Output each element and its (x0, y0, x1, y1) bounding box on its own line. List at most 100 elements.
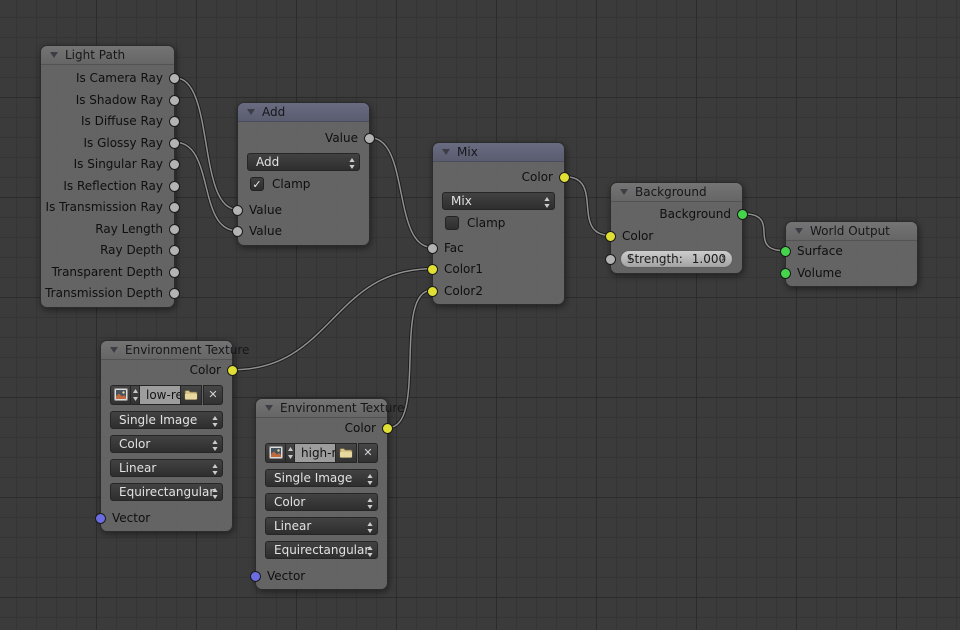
dropdown-menu[interactable]: Add (247, 153, 360, 171)
dropdown-menu[interactable]: Linear (265, 517, 378, 535)
open-image-button[interactable] (335, 443, 357, 463)
unlink-image-button[interactable]: ✕ (203, 385, 223, 405)
node-light-path[interactable]: Light PathIs Camera RayIs Shadow RayIs D… (40, 45, 175, 308)
socket-value-input[interactable] (232, 226, 243, 237)
socket-value-output[interactable] (169, 138, 180, 149)
output-row: Is Camera Ray (41, 68, 174, 90)
image-stepper[interactable] (130, 385, 140, 405)
socket-value-output[interactable] (169, 73, 180, 84)
input-label: Fac (444, 241, 464, 255)
image-stepper[interactable] (285, 443, 295, 463)
collapse-triangle-icon[interactable] (620, 189, 628, 195)
checkbox-label: Clamp (272, 174, 310, 195)
output-label: Is Camera Ray (76, 71, 163, 85)
slider-arrow-right-icon[interactable]: › (721, 251, 726, 267)
output-row: Ray Length (41, 219, 174, 241)
open-image-button[interactable] (180, 385, 202, 405)
node-title: Environment Texture (125, 343, 249, 357)
output-label: Color (345, 421, 376, 435)
dropdown-menu[interactable]: Equirectangular (265, 541, 378, 559)
dropdown-value: Color (274, 490, 305, 514)
socket-shader-input[interactable] (780, 246, 791, 257)
dropdown-menu[interactable]: Color (110, 435, 223, 453)
output-label: Color (522, 170, 553, 184)
socket-value-output[interactable] (169, 95, 180, 106)
input-label: Color2 (444, 284, 483, 298)
node-header[interactable]: Light Path (41, 46, 174, 65)
node-editor-canvas[interactable]: Light PathIs Camera RayIs Shadow RayIs D… (0, 0, 960, 630)
socket-value-output[interactable] (169, 159, 180, 170)
socket-value-output[interactable] (169, 245, 180, 256)
output-label: Background (659, 207, 731, 221)
input-label: Volume (797, 266, 842, 280)
socket-value-output[interactable] (169, 116, 180, 127)
checkbox[interactable] (445, 216, 459, 230)
dropdown-row: Equirectangular (256, 538, 387, 562)
input-label: Color (622, 229, 653, 243)
image-browser: high-res ✕ (265, 443, 378, 463)
socket-color-input[interactable] (427, 286, 438, 297)
dropdown-value: Color (119, 432, 150, 456)
node-mix[interactable]: MixColorMixClampFacColor1Color2 (432, 142, 565, 305)
socket-shader-output[interactable] (737, 209, 748, 220)
output-row: Color (256, 418, 387, 440)
socket-value-output[interactable] (169, 202, 180, 213)
node-add[interactable]: AddValueAdd✓ClampValueValue (237, 102, 370, 246)
checkmark-icon: ✓ (252, 179, 261, 190)
collapse-triangle-icon[interactable] (265, 405, 273, 411)
node-header[interactable]: Add (238, 103, 369, 122)
node-header[interactable]: Environment Texture (256, 399, 387, 418)
collapse-triangle-icon[interactable] (50, 52, 58, 58)
output-label: Transmission Depth (45, 286, 163, 300)
dropdown-menu[interactable]: Single Image (110, 411, 223, 429)
dropdown-value: Linear (274, 514, 311, 538)
node-background[interactable]: Background Background Color ‹Strength:1.000… (610, 182, 743, 274)
node-environment-texture-2[interactable]: Environment Texture Color high-res ✕ Single … (255, 398, 388, 590)
socket-value-input[interactable] (232, 205, 243, 216)
socket-value-output[interactable] (169, 224, 180, 235)
socket-color-output[interactable] (227, 365, 238, 376)
socket-color-output[interactable] (382, 423, 393, 434)
dropdown-row: Linear (101, 456, 232, 480)
node-world-output[interactable]: World OutputSurfaceVolume (785, 221, 918, 287)
collapse-triangle-icon[interactable] (247, 109, 255, 115)
socket-value-output[interactable] (169, 267, 180, 278)
image-name-field[interactable]: high-res (295, 443, 335, 463)
strength-slider[interactable]: ‹Strength:1.000› (620, 250, 733, 268)
socket-value-output[interactable] (169, 288, 180, 299)
socket-color-input[interactable] (605, 231, 616, 242)
collapse-triangle-icon[interactable] (110, 347, 118, 353)
dropdown-menu[interactable]: Linear (110, 459, 223, 477)
image-preview-button[interactable] (110, 385, 130, 405)
socket-shader-input[interactable] (780, 268, 791, 279)
slider-arrow-left-icon[interactable]: ‹ (627, 251, 632, 267)
socket-vector-input[interactable] (95, 513, 106, 524)
socket-value-input[interactable] (605, 254, 616, 265)
socket-value-output[interactable] (364, 133, 375, 144)
node-header[interactable]: Environment Texture (101, 341, 232, 360)
dropdown-menu[interactable]: Single Image (265, 469, 378, 487)
node-environment-texture-1[interactable]: Environment Texture Color low-res ✕ Single I… (100, 340, 233, 532)
socket-value-output[interactable] (169, 181, 180, 192)
node-header[interactable]: World Output (786, 222, 917, 241)
image-preview-button[interactable] (265, 443, 285, 463)
socket-value-input[interactable] (427, 243, 438, 254)
checkbox[interactable]: ✓ (250, 177, 264, 191)
output-label: Is Glossy Ray (83, 136, 163, 150)
dropdown-row: Color (101, 432, 232, 456)
dropdown-menu[interactable]: Equirectangular (110, 483, 223, 501)
collapse-triangle-icon[interactable] (442, 149, 450, 155)
dropdown-menu[interactable]: Color (265, 493, 378, 511)
socket-color-output[interactable] (559, 172, 570, 183)
dropdown-menu[interactable]: Mix (442, 192, 555, 210)
unlink-image-button[interactable]: ✕ (358, 443, 378, 463)
socket-color-input[interactable] (427, 264, 438, 275)
socket-vector-input[interactable] (250, 571, 261, 582)
node-header[interactable]: Background (611, 183, 742, 202)
node-header[interactable]: Mix (433, 143, 564, 162)
node-title: Add (262, 105, 285, 119)
dropdown-row: Color (256, 490, 387, 514)
input-label: Value (249, 224, 282, 238)
collapse-triangle-icon[interactable] (795, 228, 803, 234)
image-name-field[interactable]: low-res (140, 385, 180, 405)
